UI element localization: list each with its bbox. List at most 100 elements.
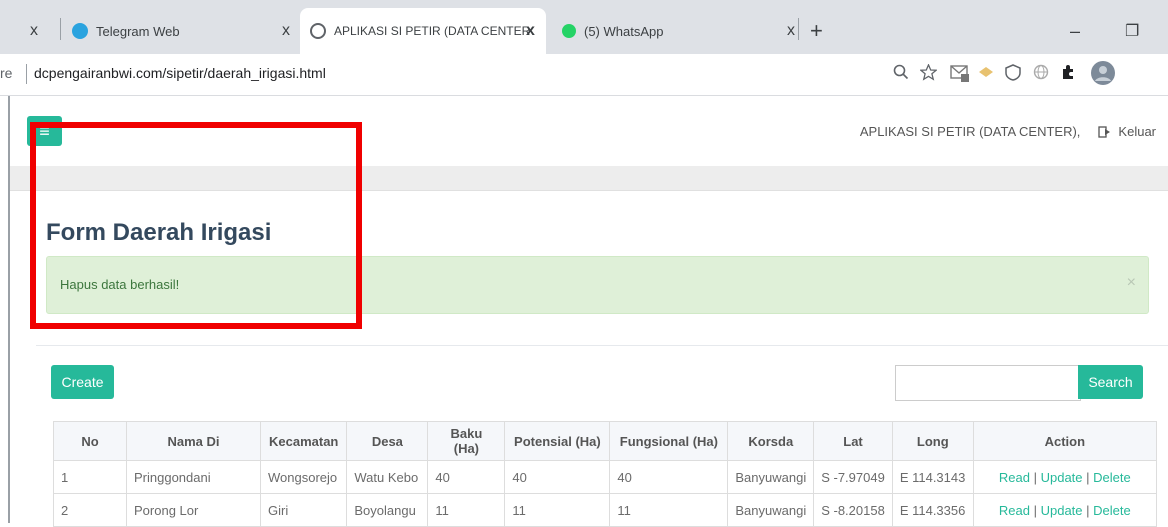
tab-divider [60,18,61,40]
cell-potensial: 11 [504,493,611,527]
tab-label: APLIKASI SI PETIR (DATA CENTER [334,24,531,38]
tab-whatsapp[interactable]: (5) WhatsApp x [562,8,802,54]
create-button[interactable]: Create [51,365,114,399]
search-button[interactable]: Search [1078,365,1143,399]
tab-telegram[interactable]: Telegram Web x [72,8,302,54]
table-header-row: No Nama Di Kecamatan Desa Baku (Ha) Pote… [53,421,1157,461]
cell-lat: S -7.97049 [813,460,893,494]
column-header[interactable]: Fungsional (Ha) [609,421,729,461]
column-header[interactable]: Long [891,421,974,461]
update-link[interactable]: Update [1041,470,1083,485]
menu-toggle-button[interactable]: ≡ [27,116,62,146]
telegram-icon [72,23,88,39]
extension-diamond-icon[interactable] [978,64,994,85]
url-prefix: re [0,65,13,81]
cell-no: 2 [53,493,127,527]
action-separator: | [1086,502,1090,518]
zoom-icon[interactable] [893,64,909,85]
extensions-puzzle-icon[interactable] [1060,64,1076,85]
globe-icon [310,23,326,39]
browser-tab-bar: x Telegram Web x APLIKASI SI PETIR (DATA… [0,0,1168,54]
url-divider [26,64,27,84]
cell-actions: Read | Update | Delete [972,493,1157,527]
delete-link[interactable]: Delete [1093,470,1131,485]
restore-button[interactable]: ❐ [1125,8,1139,54]
cell-long: E 114.3356 [891,493,974,527]
update-link[interactable]: Update [1041,503,1083,518]
extension-mail-icon[interactable] [950,64,970,87]
extension-shield-icon[interactable] [1005,64,1021,86]
logout-icon [1098,125,1111,138]
user-app-name[interactable]: APLIKASI SI PETIR (DATA CENTER), [860,124,1081,139]
address-bar: re dcpengairanbwi.com/sipetir/daerah_iri… [0,54,1168,96]
extension-globe-icon[interactable] [1033,64,1049,85]
column-header[interactable]: Potensial (Ha) [504,421,611,461]
minimize-button[interactable]: – [1070,8,1080,54]
column-header[interactable]: Nama Di [126,421,261,461]
cell-kecamatan: Wongsorejo [259,460,348,494]
cell-lat: S -8.20158 [813,493,893,527]
column-header[interactable]: Desa [346,421,429,461]
cell-baku: 11 [427,493,506,527]
close-icon[interactable]: x [30,22,38,40]
cell-baku: 40 [427,460,506,494]
close-icon[interactable]: x [282,22,290,40]
read-link[interactable]: Read [999,503,1030,518]
action-separator: | [1086,469,1090,485]
tab-label: (5) WhatsApp [584,23,664,39]
column-header: Action [972,421,1157,461]
close-icon[interactable]: x [787,22,795,40]
action-separator: | [1033,502,1037,518]
new-tab-button[interactable]: + [810,8,823,54]
page-content: ≡ APLIKASI SI PETIR (DATA CENTER), Kelua… [0,96,1168,527]
cell-no: 1 [53,460,127,494]
cell-nama: Pringgondani [126,460,261,494]
read-link[interactable]: Read [999,470,1030,485]
plus-icon[interactable]: + [810,18,823,44]
search-input[interactable] [895,365,1081,401]
alert-message: Hapus data berhasil! [60,277,180,292]
cell-desa: Boyolangu [346,493,429,527]
url-field[interactable]: dcpengairanbwi.com/sipetir/daerah_irigas… [34,65,326,81]
table-row: 1 Pringgondani Wongsorejo Watu Kebo 40 4… [53,460,1157,494]
cell-potensial: 40 [504,460,611,494]
profile-avatar[interactable] [1090,60,1116,91]
cell-fungsional: 11 [609,493,729,527]
close-icon[interactable]: x [526,22,535,40]
column-header[interactable]: Kecamatan [259,421,348,461]
cell-korsda: Banyuwangi [727,493,815,527]
nav-band [10,166,1168,191]
tab-divider [798,18,799,40]
restore-icon[interactable]: ❐ [1125,21,1139,41]
column-header[interactable]: Baku (Ha) [427,421,506,461]
alert-close-icon[interactable]: × [1127,274,1136,292]
irrigation-table: No Nama Di Kecamatan Desa Baku (Ha) Pote… [53,421,1157,527]
column-header[interactable]: Lat [813,421,893,461]
panel-divider [36,345,1168,346]
cell-actions: Read | Update | Delete [972,460,1157,494]
action-separator: | [1033,469,1037,485]
cell-long: E 114.3143 [891,460,974,494]
cell-fungsional: 40 [609,460,729,494]
cell-korsda: Banyuwangi [727,460,815,494]
tab-previous-close[interactable]: x [30,8,38,54]
sidebar-edge [8,96,10,523]
logout-label: Keluar [1118,124,1156,139]
cell-desa: Watu Kebo [346,460,429,494]
table-row: 2 Porong Lor Giri Boyolangu 11 11 11 Ban… [53,493,1157,527]
whatsapp-icon [562,24,576,38]
logout-link[interactable]: Keluar [1098,124,1156,139]
column-header[interactable]: Korsda [727,421,815,461]
tab-label: Telegram Web [96,23,180,39]
success-alert: Hapus data berhasil! × [46,256,1149,314]
minimize-icon[interactable]: – [1070,21,1080,42]
column-header[interactable]: No [53,421,127,461]
bookmark-star-icon[interactable] [919,63,938,86]
cell-kecamatan: Giri [259,493,348,527]
cell-nama: Porong Lor [126,493,261,527]
top-nav: APLIKASI SI PETIR (DATA CENTER), Keluar [860,124,1156,139]
page-title: Form Daerah Irigasi [46,219,272,246]
delete-link[interactable]: Delete [1093,503,1131,518]
hamburger-icon: ≡ [39,120,50,141]
tab-aplikasi[interactable]: APLIKASI SI PETIR (DATA CENTER x [300,8,546,54]
